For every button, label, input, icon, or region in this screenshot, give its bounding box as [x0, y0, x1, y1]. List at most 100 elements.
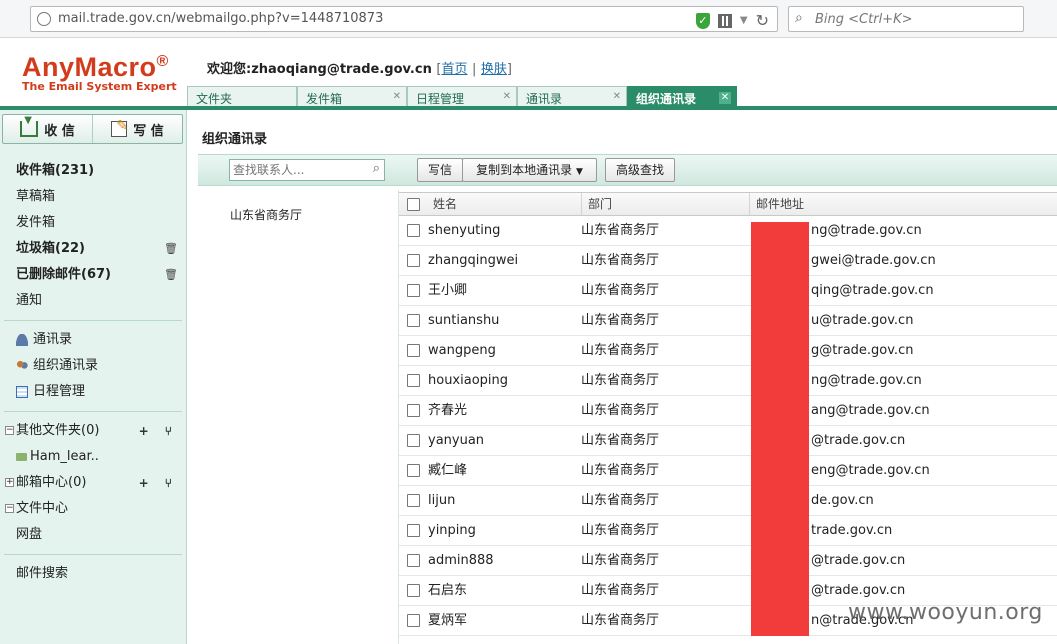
- browser-search-box[interactable]: ⌕ Bing <Ctrl+K>: [788, 6, 1024, 32]
- table-row[interactable]: suntianshu 山东省商务厅 u@trade.gov.cn: [399, 306, 1057, 336]
- sidebar-folder-4[interactable]: 已删除邮件(67) 🗑: [0, 262, 186, 288]
- table-row[interactable]: admin888 山东省商务厅 @trade.gov.cn: [399, 546, 1057, 576]
- chevron-down-icon: ▼: [575, 167, 583, 177]
- table-row[interactable]: wangpeng 山东省商务厅 g@trade.gov.cn: [399, 336, 1057, 366]
- contact-search-input[interactable]: [230, 160, 360, 180]
- divider: [4, 554, 182, 555]
- row-checkbox[interactable]: [407, 374, 420, 387]
- row-checkbox[interactable]: [407, 524, 420, 537]
- sidebar-folder-3[interactable]: 垃圾箱(22) 🗑: [0, 236, 186, 262]
- close-icon[interactable]: ✕: [393, 91, 401, 102]
- row-checkbox[interactable]: [407, 284, 420, 297]
- cell-name[interactable]: suntianshu: [428, 306, 499, 336]
- row-checkbox[interactable]: [407, 464, 420, 477]
- cell-name[interactable]: admin888: [428, 546, 494, 576]
- tab-1[interactable]: 发件箱 ✕: [297, 86, 407, 108]
- sidebar-tool-0[interactable]: 通讯录: [0, 327, 186, 353]
- cell-dept: 山东省商务厅: [581, 553, 660, 568]
- cell-name[interactable]: 王小卿: [428, 276, 467, 306]
- sidebar-tool-2[interactable]: 日程管理: [0, 379, 186, 405]
- cell-name[interactable]: zhangqingwei: [428, 246, 518, 276]
- row-checkbox[interactable]: [407, 404, 420, 417]
- sidebar-folder-1[interactable]: 草稿箱: [0, 184, 186, 210]
- column-name[interactable]: 姓名: [427, 193, 581, 215]
- copy-to-local-button[interactable]: 复制到本地通讯录 ▼: [462, 158, 597, 182]
- org-tree-node[interactable]: 山东省商务厅: [230, 206, 302, 223]
- tab-2[interactable]: 日程管理 ✕: [407, 86, 517, 108]
- row-checkbox[interactable]: [407, 344, 420, 357]
- sidebar-folder-5[interactable]: 通知: [0, 288, 186, 314]
- mail-center-node[interactable]: + 邮箱中心(0) + ⑂: [0, 470, 186, 496]
- file-center-node[interactable]: − 文件中心: [0, 496, 186, 522]
- mail-search-item[interactable]: 邮件搜索: [0, 561, 186, 587]
- select-all-checkbox[interactable]: [407, 198, 420, 211]
- column-dept[interactable]: 部门: [581, 193, 749, 215]
- row-checkbox[interactable]: [407, 254, 420, 267]
- write-mail-button[interactable]: 写信: [417, 158, 463, 182]
- table-row[interactable]: 王小卿 山东省商务厅 qing@trade.gov.cn: [399, 276, 1057, 306]
- chevron-down-icon[interactable]: ▼: [740, 15, 748, 26]
- tab-4[interactable]: 组织通讯录 ✕: [627, 86, 737, 108]
- address-bar[interactable]: mail.trade.gov.cn/webmailgo.php?v=144871…: [30, 6, 778, 32]
- shield-icon[interactable]: ✓: [695, 12, 710, 29]
- write-button[interactable]: 写 信: [92, 115, 182, 143]
- cell-name[interactable]: 夏炳军: [428, 606, 467, 636]
- row-checkbox[interactable]: [407, 314, 420, 327]
- sidebar-tool-1[interactable]: 组织通讯录: [0, 353, 186, 379]
- close-icon[interactable]: ✕: [613, 91, 621, 102]
- table-row[interactable]: zhangqingwei 山东省商务厅 gwei@trade.gov.cn: [399, 246, 1057, 276]
- sidebar-folder-0[interactable]: 收件箱(231): [0, 158, 186, 184]
- collapse-icon[interactable]: −: [5, 504, 14, 513]
- row-checkbox[interactable]: [407, 494, 420, 507]
- table-row[interactable]: yinping 山东省商务厅 trade.gov.cn: [399, 516, 1057, 546]
- row-checkbox[interactable]: [407, 554, 420, 567]
- table-row[interactable]: houxiaoping 山东省商务厅 ng@trade.gov.cn: [399, 366, 1057, 396]
- mail-center-actions[interactable]: + ⑂: [139, 470, 178, 496]
- home-link[interactable]: 首页: [441, 62, 467, 77]
- cell-name[interactable]: 齐春光: [428, 396, 467, 426]
- table-row[interactable]: shenyuting 山东省商务厅 ng@trade.gov.cn: [399, 216, 1057, 246]
- other-folders-node[interactable]: − 其他文件夹(0) + ⑂: [0, 418, 186, 444]
- cell-name[interactable]: yinping: [428, 516, 476, 546]
- cell-email: ng@trade.gov.cn: [811, 223, 922, 238]
- welcome-text: 欢迎您:zhaoqiang@trade.gov.cn [首页 | 换肤]: [207, 62, 512, 77]
- cell-name[interactable]: wangpeng: [428, 336, 496, 366]
- tool-label: 通讯录: [33, 332, 73, 347]
- qr-code-icon[interactable]: [717, 13, 732, 28]
- empty-trash-icon[interactable]: 🗑: [164, 262, 178, 288]
- table-row[interactable]: 齐春光 山东省商务厅 ang@trade.gov.cn: [399, 396, 1057, 426]
- table-row[interactable]: yanyuan 山东省商务厅 @trade.gov.cn: [399, 426, 1057, 456]
- column-email[interactable]: 邮件地址: [749, 193, 1057, 215]
- contact-search-box[interactable]: ⌕: [229, 159, 385, 181]
- change-skin-link[interactable]: 换肤: [481, 62, 507, 77]
- expand-icon[interactable]: +: [5, 478, 14, 487]
- folder-actions[interactable]: + ⑂: [139, 418, 178, 444]
- close-icon[interactable]: ✕: [503, 91, 511, 102]
- receive-button[interactable]: 收 信: [3, 115, 92, 143]
- search-icon[interactable]: ⌕: [373, 161, 380, 176]
- empty-trash-icon[interactable]: 🗑: [164, 236, 178, 262]
- row-checkbox[interactable]: [407, 614, 420, 627]
- cell-name[interactable]: 石启东: [428, 576, 467, 606]
- cell-name[interactable]: shenyuting: [428, 216, 500, 246]
- cell-name[interactable]: 臧仁峰: [428, 456, 467, 486]
- cell-name[interactable]: lijun: [428, 486, 455, 516]
- tab-3[interactable]: 通讯录 ✕: [517, 86, 627, 108]
- row-checkbox[interactable]: [407, 434, 420, 447]
- row-checkbox[interactable]: [407, 224, 420, 237]
- reload-icon[interactable]: ↻: [756, 11, 769, 30]
- cell-email: u@trade.gov.cn: [811, 313, 914, 328]
- advanced-search-button[interactable]: 高级查找: [605, 158, 675, 182]
- cell-name[interactable]: yanyuan: [428, 426, 484, 456]
- close-icon[interactable]: ✕: [719, 92, 731, 104]
- tab-0[interactable]: 文件夹: [187, 86, 297, 108]
- ham-learn-folder[interactable]: Ham_lear..: [0, 444, 186, 470]
- collapse-icon[interactable]: −: [5, 426, 14, 435]
- page-title: 组织通讯录: [202, 132, 268, 147]
- row-checkbox[interactable]: [407, 584, 420, 597]
- table-row[interactable]: 臧仁峰 山东省商务厅 eng@trade.gov.cn: [399, 456, 1057, 486]
- netdisk-item[interactable]: 网盘: [0, 522, 186, 548]
- table-row[interactable]: lijun 山东省商务厅 de.gov.cn: [399, 486, 1057, 516]
- sidebar-folder-2[interactable]: 发件箱: [0, 210, 186, 236]
- cell-name[interactable]: houxiaoping: [428, 366, 508, 396]
